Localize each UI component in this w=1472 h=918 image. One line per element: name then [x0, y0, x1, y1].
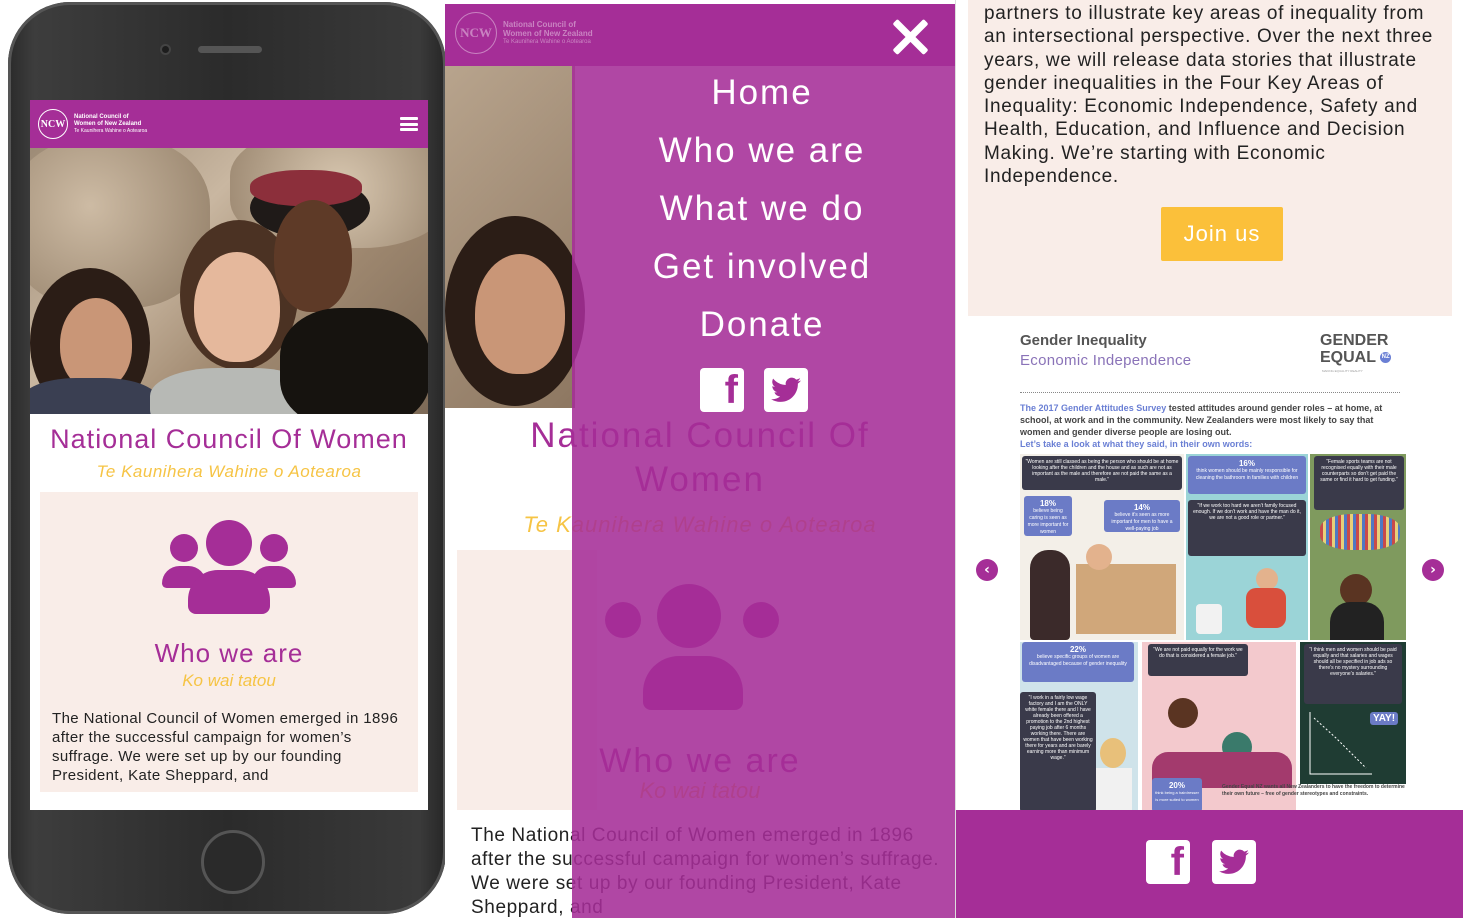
infographic-intro: The 2017 Gender Attitudes Survey tested …	[1020, 402, 1400, 450]
logo-text: National Council of Women of New Zealand…	[74, 114, 147, 135]
comic-tile-2: 16% think women should be mainly responsi…	[1186, 454, 1308, 640]
phone-speaker	[198, 46, 262, 53]
intro-paragraph: partners to illustrate key areas of ineq…	[984, 3, 1434, 188]
site-tagline: Te Kaunihera Wahine o Aotearoa	[96, 462, 362, 481]
gender-equal-word: EQUAL	[1320, 349, 1376, 366]
quote-bubble-1: “Women are still classed as being the pe…	[1022, 456, 1182, 490]
desktop-content-screen: partners to illustrate key areas of ineq…	[955, 0, 1463, 918]
menu-item-what-we-do[interactable]: What we do	[572, 180, 952, 238]
screenshot-stage: NCW National Council of Women of New Zea…	[0, 0, 1472, 918]
facebook-icon[interactable]: f	[1146, 840, 1190, 884]
section-title: Who we are	[154, 638, 304, 668]
logo-mark: NCW	[38, 109, 68, 139]
chalk-chart-icon	[1309, 712, 1372, 775]
intro-cta: Let’s take a look at what they said, in …	[1020, 439, 1253, 449]
site-title: National Council Of Women	[50, 424, 408, 454]
stat-value-16: 16%	[1238, 459, 1255, 468]
site-footer: f	[956, 810, 1463, 918]
hero-image	[30, 148, 428, 414]
stat-text-22: believe specific groups of women are dis…	[1029, 654, 1127, 667]
comic-tile-1: “Women are still classed as being the pe…	[1020, 454, 1184, 640]
infographic-title: Gender Inequality	[1020, 332, 1147, 349]
section-subtitle: Ko wai tatou	[182, 671, 276, 690]
stat-bubble-14: 14% believe it’s seen as more important f…	[1104, 500, 1180, 532]
mobile-header: NCW National Council of Women of New Zea…	[30, 100, 428, 148]
survey-link[interactable]: The 2017 Gender Attitudes Survey	[1020, 403, 1166, 413]
stat-value-18: 18%	[1039, 499, 1056, 508]
join-us-button[interactable]: Join us	[1161, 207, 1283, 261]
twitter-icon[interactable]	[1212, 840, 1256, 884]
footer-social-links: f	[1146, 840, 1256, 884]
menu-item-donate[interactable]: Donate	[572, 296, 952, 354]
close-icon[interactable]	[891, 18, 929, 56]
site-logo[interactable]: NCW National Council of Women of New Zea…	[38, 109, 147, 139]
stat-text-14: believe it’s seen as more important for …	[1111, 512, 1173, 532]
comic-tile-3: “Female sports teams are not recognised …	[1310, 454, 1406, 640]
menu-item-home[interactable]: Home	[572, 64, 952, 122]
stat-bubble-20: 20% think being a hairdresser is more sui…	[1152, 778, 1202, 812]
twitter-icon[interactable]	[764, 368, 808, 412]
phone-home-button[interactable]	[201, 830, 265, 894]
panel2-hero-image	[445, 66, 585, 408]
quote-bubble-3: “If we work too hard we aren’t family fo…	[1188, 500, 1306, 556]
mobile-screen: NCW National Council of Women of New Zea…	[30, 100, 428, 810]
stat-bubble-16: 16% think women should be mainly responsi…	[1188, 456, 1306, 494]
people-group-icon	[162, 520, 296, 614]
infographic-slide: Gender Inequality Economic Independence …	[1014, 324, 1414, 812]
hamburger-icon[interactable]	[398, 115, 420, 133]
stat-value-20: 20%	[1168, 781, 1185, 790]
stat-text-16: think women should be mainly responsible…	[1195, 468, 1299, 481]
menu-overlay-top	[445, 4, 955, 66]
menu-item-get-involved[interactable]: Get involved	[572, 238, 952, 296]
quote-bubble-2: “Female sports teams are not recognised …	[1314, 456, 1404, 510]
stat-text-18: believe being caring is seen as more imp…	[1027, 508, 1069, 535]
stat-value-22: 22%	[1069, 645, 1086, 654]
gender-equal-tagline: MAKING EQUALITY REALITY	[1322, 369, 1363, 373]
gender-equal-logo: GENDER EQUAL NZ	[1320, 332, 1392, 366]
stat-value-14: 14%	[1133, 503, 1150, 512]
logo-line-3: Te Kaunihera Wahine o Aotearoa	[74, 127, 148, 134]
phone-camera	[160, 44, 171, 55]
infographic-divider	[1020, 392, 1400, 393]
overlay-social-links: f	[700, 368, 808, 412]
stat-text-20: think being a hairdresser is more suited…	[1155, 790, 1199, 802]
overlay-menu: Home Who we are What we do Get involved …	[572, 64, 952, 354]
gender-equal-line-2: EQUAL NZ	[1320, 349, 1392, 366]
arrow-right-icon[interactable]: ›	[1422, 559, 1444, 581]
infographic-footnote: Gender Equal NZ wants all New Zealanders…	[1222, 784, 1405, 797]
facebook-icon[interactable]: f	[700, 368, 744, 412]
quote-bubble-6: “I work in a fairly low wage factory and…	[1020, 692, 1096, 812]
stat-bubble-22: 22% believe specific groups of women are …	[1022, 642, 1134, 682]
who-we-are-card: Who we are Ko wai tatou The National Cou…	[40, 492, 418, 792]
section-body: The National Council of Women emerged in…	[52, 710, 399, 784]
quote-bubble-4: “We are not paid equally for the work we…	[1148, 644, 1248, 676]
infographic-carousel: ‹ › Gender Inequality Economic Independe…	[956, 316, 1463, 812]
infographic-subtitle: Economic Independence	[1020, 352, 1192, 369]
gender-equal-line-1: GENDER	[1320, 332, 1389, 349]
menu-open-screen: NCW National Council of Women of New Zea…	[445, 4, 955, 918]
intro-box: partners to illustrate key areas of ineq…	[968, 0, 1452, 316]
stat-bubble-18: 18% believe being caring is seen as more …	[1024, 496, 1072, 536]
arrow-left-icon[interactable]: ‹	[976, 559, 998, 581]
logo-line-2: Women of New Zealand	[74, 120, 142, 127]
quote-bubble-5: “I think men and women should be paid eq…	[1304, 644, 1402, 704]
comic-tile-4: 22% believe specific groups of women are …	[1020, 642, 1138, 812]
comic-tile-6: “I think men and women should be paid eq…	[1300, 642, 1406, 784]
gender-equal-nz-badge: NZ	[1380, 352, 1392, 364]
logo-line-1: National Council of	[74, 113, 129, 120]
menu-item-who-we-are[interactable]: Who we are	[572, 122, 952, 180]
